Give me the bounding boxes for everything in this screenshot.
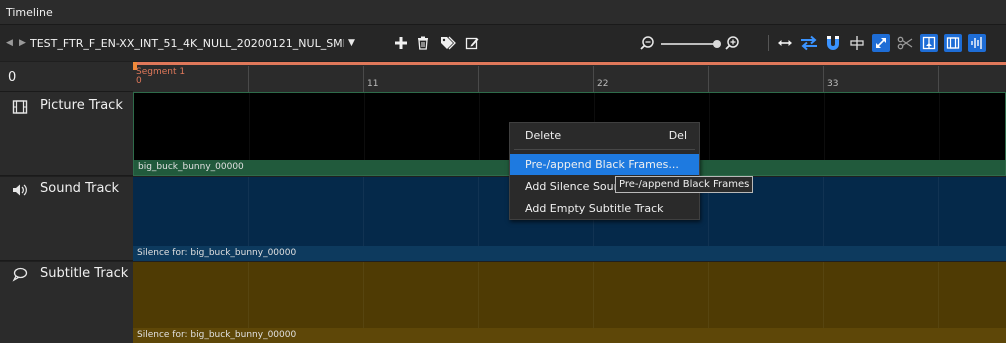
expand-diagonal-icon bbox=[876, 38, 886, 48]
subtitle-clip-label[interactable]: Silence for: big_buck_bunny_00000 bbox=[133, 328, 1006, 343]
film-icon bbox=[12, 100, 28, 114]
menu-item-black-frames-label: Pre-/append Black Frames... bbox=[525, 158, 679, 171]
menu-item-delete-shortcut: Del bbox=[668, 129, 687, 142]
ripple-button[interactable] bbox=[800, 34, 818, 52]
menu-item-add-silence-label: Add Silence Soun bbox=[525, 180, 621, 193]
subtitle-track-lane[interactable]: Silence for: big_buck_bunny_00000 bbox=[133, 262, 1006, 343]
edit-button[interactable] bbox=[463, 34, 481, 52]
trash-icon bbox=[418, 36, 428, 50]
filmstrip-button[interactable] bbox=[944, 34, 962, 52]
delete-button[interactable] bbox=[414, 34, 432, 52]
panel-titlebar: Timeline bbox=[0, 0, 1006, 25]
tag-icon bbox=[441, 36, 456, 50]
menu-item-delete[interactable]: Delete Del bbox=[510, 125, 699, 146]
playhead-position: 0 bbox=[0, 62, 133, 92]
prev-arrow-icon[interactable]: ◀ bbox=[6, 38, 13, 48]
menu-item-add-subtitle-label: Add Empty Subtitle Track bbox=[525, 202, 664, 215]
sound-track-name: Sound Track bbox=[40, 181, 120, 196]
panel-title: Timeline bbox=[6, 6, 53, 19]
ruler-tick bbox=[593, 66, 594, 92]
ruler-tick bbox=[938, 66, 939, 92]
timeline-toolbar: ◀ ▶ TEST_FTR_F_EN-XX_INT_51_4K_NULL_2020… bbox=[0, 25, 1006, 61]
plus-icon bbox=[395, 37, 407, 49]
ruler-tick-label: 11 bbox=[367, 79, 379, 89]
composition-name: TEST_FTR_F_EN-XX_INT_51_4K_NULL_20200121… bbox=[30, 36, 344, 50]
context-menu: Delete Del Pre-/append Black Frames... A… bbox=[509, 122, 700, 220]
speaker-icon bbox=[13, 184, 27, 196]
toolbar-separator bbox=[768, 35, 769, 51]
zoom-slider-handle[interactable] bbox=[713, 40, 721, 48]
picture-track-name: Picture Track bbox=[40, 98, 123, 113]
zoom-in-icon[interactable] bbox=[724, 34, 740, 52]
menu-item-delete-label: Delete bbox=[525, 129, 562, 142]
arrows-horizontal-icon bbox=[778, 40, 792, 46]
ruler-tick-label: 33 bbox=[827, 79, 839, 89]
timeline-ruler[interactable]: Segment 1 0 11 22 33 bbox=[133, 62, 1006, 92]
add-button[interactable] bbox=[392, 34, 410, 52]
ruler-tick bbox=[478, 66, 479, 92]
subtitle-track-name: Subtitle Track bbox=[40, 266, 129, 281]
ruler-tick bbox=[708, 66, 709, 92]
filmstrip-icon bbox=[946, 37, 960, 49]
insert-button[interactable] bbox=[848, 34, 866, 52]
cut-button[interactable] bbox=[896, 34, 914, 52]
ruler-tick bbox=[823, 66, 824, 92]
expand-button[interactable] bbox=[872, 34, 890, 52]
swap-arrows-icon bbox=[801, 35, 817, 51]
composition-select[interactable]: TEST_FTR_F_EN-XX_INT_51_4K_NULL_20200121… bbox=[30, 34, 355, 52]
picture-track-header[interactable]: Picture Track bbox=[0, 92, 133, 176]
menu-item-add-subtitle[interactable]: Add Empty Subtitle Track bbox=[510, 198, 699, 219]
menu-item-black-frames[interactable]: Pre-/append Black Frames... bbox=[510, 154, 699, 175]
tag-button[interactable] bbox=[439, 34, 457, 52]
snap-button[interactable] bbox=[824, 34, 842, 52]
segment-bar[interactable] bbox=[133, 62, 1006, 65]
speech-bubble-icon bbox=[12, 267, 28, 282]
waveform-icon bbox=[971, 37, 982, 49]
playhead-frame: 0 bbox=[8, 70, 17, 85]
frame-in-button[interactable] bbox=[920, 34, 938, 52]
waveform-button[interactable] bbox=[968, 34, 986, 52]
insert-marker-icon bbox=[850, 36, 864, 50]
sound-track-header[interactable]: Sound Track bbox=[0, 177, 133, 261]
ruler-tick bbox=[248, 66, 249, 92]
edit-icon bbox=[465, 37, 479, 50]
scissors-icon bbox=[897, 36, 913, 50]
zoom-out-icon[interactable] bbox=[639, 34, 655, 52]
chevron-down-icon: ▼ bbox=[348, 38, 355, 48]
segment-name: Segment 1 bbox=[136, 67, 186, 77]
zoom-slider[interactable] bbox=[661, 40, 721, 48]
segment-start-label: 0 bbox=[136, 76, 142, 86]
sound-clip-label[interactable]: Silence for: big_buck_bunny_00000 bbox=[133, 246, 1006, 261]
ruler-tick bbox=[363, 66, 364, 92]
next-arrow-icon[interactable]: ▶ bbox=[19, 38, 26, 48]
ruler-tick-label: 22 bbox=[597, 79, 609, 89]
menu-divider bbox=[514, 149, 695, 150]
subtitle-track-header[interactable]: Subtitle Track bbox=[0, 262, 133, 343]
magnet-icon bbox=[827, 36, 839, 50]
fit-width-button[interactable] bbox=[776, 34, 794, 52]
frame-in-icon bbox=[922, 36, 936, 50]
tooltip: Pre-/append Black Frames bbox=[615, 176, 754, 193]
